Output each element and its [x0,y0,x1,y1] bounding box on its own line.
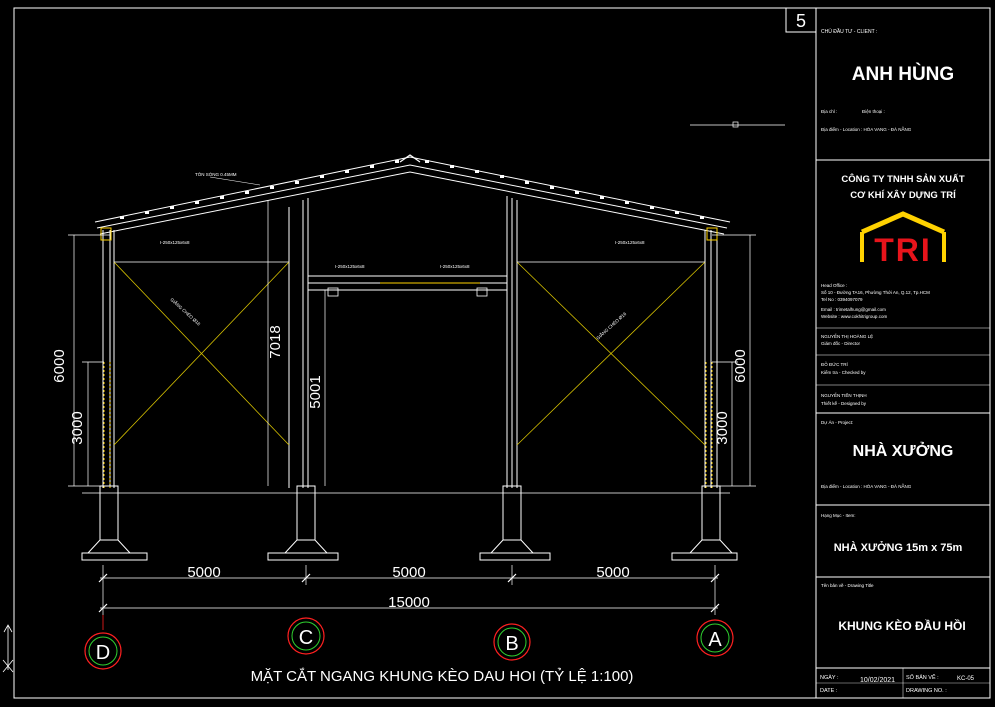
title-block: CHỦ ĐẦU TƯ - CLIENT : ANH HÙNG Địa chỉ :… [816,28,990,698]
cross-bracing [113,261,706,446]
client-label: CHỦ ĐẦU TƯ - CLIENT : [821,28,877,35]
member-label-3: I-250x125x6x8 [440,264,470,269]
company-info-1: Head Office : [821,283,847,288]
steel-frame-section: TÔN SÓNG 0.45MM I-250x125x6x8 I-250x125x… [51,154,756,685]
project-location: Địa điểm - Location : HÒA VANG - ĐÀ NẴNG [821,483,912,489]
brick-wall-lower [103,362,713,488]
section-marker [690,121,785,128]
logo-text: TRI [874,232,932,268]
roof-purlins [120,160,704,219]
dim-5001: 5001 [307,375,324,408]
drawing-no-label: SỐ BẢN VẼ : [906,674,939,681]
rafter [94,156,731,235]
client-location: Địa điểm - Location : HÒA VANG - ĐÀ NẴNG [821,126,912,132]
axis-label-d: D [96,642,110,664]
item-name: NHÀ XƯỞNG 15m x 75m [834,541,963,554]
checker-name: ĐỖ ĐỨC TRÍ [821,361,849,367]
span-dim-1: 5000 [187,564,220,581]
client-address-label: Địa chỉ : [821,108,837,114]
date-value: 10/02/2021 [860,677,895,684]
axis-label-a: A [708,629,722,651]
project-label: Dự Án - Project: [821,419,853,425]
dim-right-6000: 6000 [732,349,749,382]
client-name: ANH HÙNG [852,63,954,85]
member-label-4: I-250x125x6x8 [615,240,645,245]
director-role: Giám đốc - Director [821,341,861,346]
item-label: Hạng Mục - Item: [821,513,856,518]
roof-note: TÔN SÓNG 0.45MM [195,171,237,177]
section-caption: MẶT CẮT NGANG KHUNG KÈO DAU HOI (TỶ LỆ 1… [251,667,634,685]
foundation-c [267,485,339,561]
ucs-icon [2,624,14,673]
drawing-title-label: Tên bản vẽ - Drawing Title [821,583,874,588]
date-label-en: DATE : [820,688,838,694]
company-logo: TRI [860,211,946,268]
dim-left-3000: 3000 [69,411,86,444]
inner-column-c [288,198,309,488]
drawing-no-value: KC-05 [957,676,975,682]
eave-bracket-right [706,227,718,241]
company-name-line1: CÔNG TY TNHH SẢN XUẤT [841,173,965,185]
outer-column-right [704,230,718,488]
sheet-number: 5 [796,11,806,31]
total-span-dim: 15000 [388,594,430,611]
dim-right-3000: 3000 [714,411,731,444]
dim-left-6000: 6000 [51,349,68,382]
director-name: NGUYỄN THỊ HOÀNG LỆ [821,332,873,339]
inner-column-b [506,196,518,488]
company-info-2: Số 10 - Đường TA16, Phường Thới An, Q.12… [821,290,930,295]
project-name: NHÀ XƯỞNG [853,441,954,460]
brace-label-left: GIẰNG CHÉO Ø16 [169,296,203,327]
axis-label-c: C [299,627,313,649]
company-info-5: Website : www.cokhitrigroup.com [821,314,887,319]
axis-bubble-a: A [696,619,734,657]
dim-7018: 7018 [267,325,284,358]
designer-role: Thiết kế - Designed by [821,401,867,406]
company-name-line2: CƠ KHÍ XÂY DỰNG TRÍ [850,189,956,201]
drawing-title: KHUNG KÈO ĐẦU HỒI [838,618,965,633]
designer-name: NGUYỄN TIẾN THỊNH [821,392,867,398]
axis-bubble-d: D [84,615,122,670]
outer-column-left [102,230,115,488]
brace-label-right: GIẰNG CHÉO Ø16 [594,309,628,340]
member-label-1: I-250x125x6x8 [160,240,190,245]
span-dim-3: 5000 [596,564,629,581]
axis-bubble-c: C [287,617,325,655]
foundation-d [81,485,148,561]
company-info-3: Tel No : 0394097079 [821,297,863,302]
drawing-frame [13,7,991,699]
date-label: NGÀY : [820,674,839,681]
foundation-b [479,485,551,561]
drawing-no-label-en: DRAWING NO. : [906,688,947,694]
checker-role: Kiểm tra - Checked by [821,369,866,375]
company-info-4: Email : trimetalhung@gmail.com [821,307,886,312]
cad-drawing-canvas: 5 CHỦ ĐẦU TƯ - CLIENT : ANH HÙNG Địa chỉ… [2,7,991,699]
member-label-2: I-250x125x6x8 [335,264,365,269]
axis-label-b: B [505,633,518,655]
span-dim-2: 5000 [392,564,425,581]
client-phone-label: Điện thoại : [862,109,885,114]
foundation-a [671,485,738,561]
axis-bubble-b: B [493,623,531,661]
